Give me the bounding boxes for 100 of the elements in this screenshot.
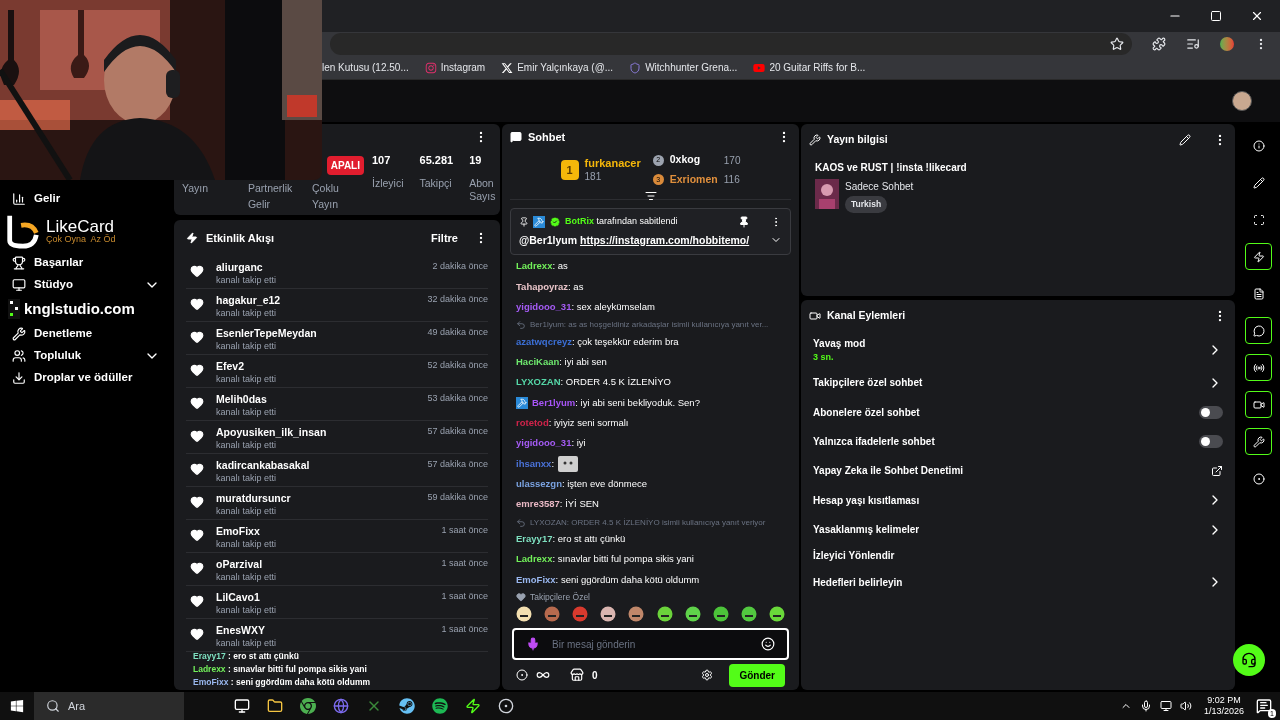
bookmark-star-icon[interactable] [1110, 37, 1124, 51]
start-icon[interactable] [10, 699, 24, 713]
sidebar-item[interactable]: Gelir [12, 190, 160, 208]
gifter-name: furkanacer [584, 156, 641, 170]
toggle-switch[interactable] [1199, 405, 1223, 419]
chat-icon [1252, 324, 1265, 337]
emote-icon[interactable] [656, 606, 673, 622]
network-icon[interactable] [1159, 700, 1172, 712]
notifications-icon[interactable] [1256, 698, 1272, 714]
extensions-icon[interactable] [1152, 37, 1166, 51]
bookmark[interactable]: 20 Guitar Riffs for B... [769, 60, 866, 75]
broadcast-icon [1252, 361, 1265, 374]
bolt-button[interactable] [1245, 243, 1272, 270]
pinned-text: @Ber1lyum https://instagram.com/hobbitemo/ [519, 232, 751, 248]
heart-icon [190, 627, 204, 641]
bookmark[interactable]: Emir Yalçınkaya (@... [517, 60, 614, 75]
sidebar-item[interactable]: Droplar ve ödüller [12, 368, 160, 387]
toggle-switch[interactable] [1199, 434, 1223, 448]
chat-message: azatwqcreyz: çok teşekkür ederim bra [516, 334, 680, 349]
channel-action[interactable]: Takipçilere özel sohbet [813, 368, 1223, 398]
emote-icon[interactable] [516, 606, 532, 622]
channel-icon [809, 310, 821, 322]
tab[interactable]: Çoklu Yayın [311, 181, 364, 213]
sidebar-item[interactable]: Başarılar [12, 254, 160, 272]
chat-button[interactable] [1245, 317, 1272, 344]
emote-icon[interactable] [740, 606, 757, 622]
sidebar-item[interactable]: Topluluk [12, 346, 160, 365]
wrench-icon [1252, 435, 1265, 448]
bookmark[interactable]: Witchhunter Grena... [645, 60, 738, 75]
collapse-icon[interactable] [644, 190, 657, 202]
sidebar-item[interactable]: Stüdyo [12, 276, 160, 294]
app-icon[interactable] [498, 698, 514, 714]
bookmark[interactable]: Instagram [440, 60, 486, 75]
info-icon [1252, 139, 1265, 152]
unpin-icon[interactable] [738, 215, 750, 228]
emote-icon[interactable] [712, 606, 729, 622]
emote-icon[interactable] [600, 606, 617, 622]
category-name[interactable]: Sadece Sohbet [845, 179, 914, 194]
spotify-icon[interactable] [432, 698, 448, 714]
channel-action[interactable]: Abonelere özel sohbet [813, 397, 1223, 427]
sidebar-item[interactable]: Denetleme [12, 324, 160, 343]
points-icon [516, 669, 528, 681]
channel-action[interactable]: Yapay Zeka ile Sohbet Denetimi [813, 456, 1223, 486]
channel-action[interactable]: İzleyici Yönlendir [813, 544, 1223, 568]
chat-message: yigidooo_31: sex aleykümselam [516, 299, 656, 314]
heart-icon [190, 528, 204, 542]
search-box[interactable]: Ara [34, 692, 184, 720]
channel-action[interactable]: Hedefleri belirleyin [813, 567, 1223, 597]
follower-name: muratdursuncr [216, 491, 292, 505]
event-time: 32 dakika önce [427, 293, 488, 306]
bolt-icon [186, 232, 198, 244]
overlay-chat-line: EmoFixx : seni ggördüm daha kötü oldumm [193, 676, 371, 689]
message-input[interactable]: Bir mesaj gönderin [552, 636, 749, 652]
chat-message: Tahapoyraz: as [516, 279, 585, 294]
channel-action[interactable]: Yalnızca ifadelerle sohbet [813, 426, 1223, 457]
channel-action[interactable]: Hesap yaşı kısıtlaması [813, 485, 1223, 515]
edit-icon[interactable] [1179, 134, 1191, 146]
task-view-icon[interactable] [234, 698, 250, 714]
globe-icon[interactable] [333, 698, 349, 714]
wrench-button[interactable] [1245, 428, 1272, 455]
browser-icon[interactable] [300, 698, 316, 714]
document-icon [1252, 287, 1265, 300]
message-field[interactable]: Bir mesaj gönderin [512, 628, 789, 660]
event-time: 57 dakika önce [427, 425, 488, 438]
broadcast-button[interactable] [1245, 354, 1272, 381]
follower-name: Apoyusiken_ilk_insan [216, 425, 328, 439]
event-text: kanalı takip etti [216, 637, 278, 650]
close-icon[interactable] [1250, 9, 1264, 23]
folder-icon[interactable] [267, 698, 283, 714]
emote-icon[interactable] [628, 606, 645, 622]
settings-icon[interactable] [701, 669, 714, 681]
bookmark[interactable]: len Kutusu (12.50... [322, 60, 409, 75]
avatar[interactable] [1232, 91, 1252, 111]
tag[interactable]: Turkish [845, 196, 888, 213]
app-icon[interactable] [465, 698, 481, 714]
panel-title: Etkinlik Akışı [206, 230, 276, 246]
support-button[interactable] [1233, 644, 1265, 676]
chat-message: Ladrexx: as [516, 259, 569, 274]
event-text: kanalı takip etti [216, 505, 278, 518]
channel-action[interactable]: Yasaklanmış kelimeler [813, 514, 1223, 545]
filter-button[interactable]: Filtre [431, 229, 458, 247]
clock[interactable]: 9:02 PM 1/13/2026 [1203, 695, 1244, 717]
pinned-link[interactable]: https://instagram.com/hobbitemo/ [580, 233, 750, 246]
tab[interactable]: Partnerlik Gelir [247, 181, 300, 213]
channel-action[interactable]: Yavaş mod 3 sn. [813, 332, 1223, 368]
gift-count: 181 [584, 170, 603, 184]
emote-icon[interactable] [769, 606, 785, 622]
send-button[interactable]: Gönder [729, 663, 785, 687]
store-icon[interactable] [570, 668, 584, 682]
tab[interactable]: Yayın [182, 181, 236, 213]
event-text: kanalı takip etti [216, 274, 278, 287]
profile-icon[interactable] [1220, 37, 1234, 51]
emote-icon[interactable] [684, 606, 701, 622]
video-button[interactable] [1245, 391, 1272, 418]
media-icon[interactable] [1186, 37, 1200, 51]
emoji-icon[interactable] [761, 637, 775, 651]
restore-icon[interactable] [1210, 10, 1222, 22]
steam-icon[interactable] [399, 698, 415, 714]
volume-icon[interactable] [1179, 700, 1192, 712]
gifter-name: Exriomen [669, 172, 718, 187]
